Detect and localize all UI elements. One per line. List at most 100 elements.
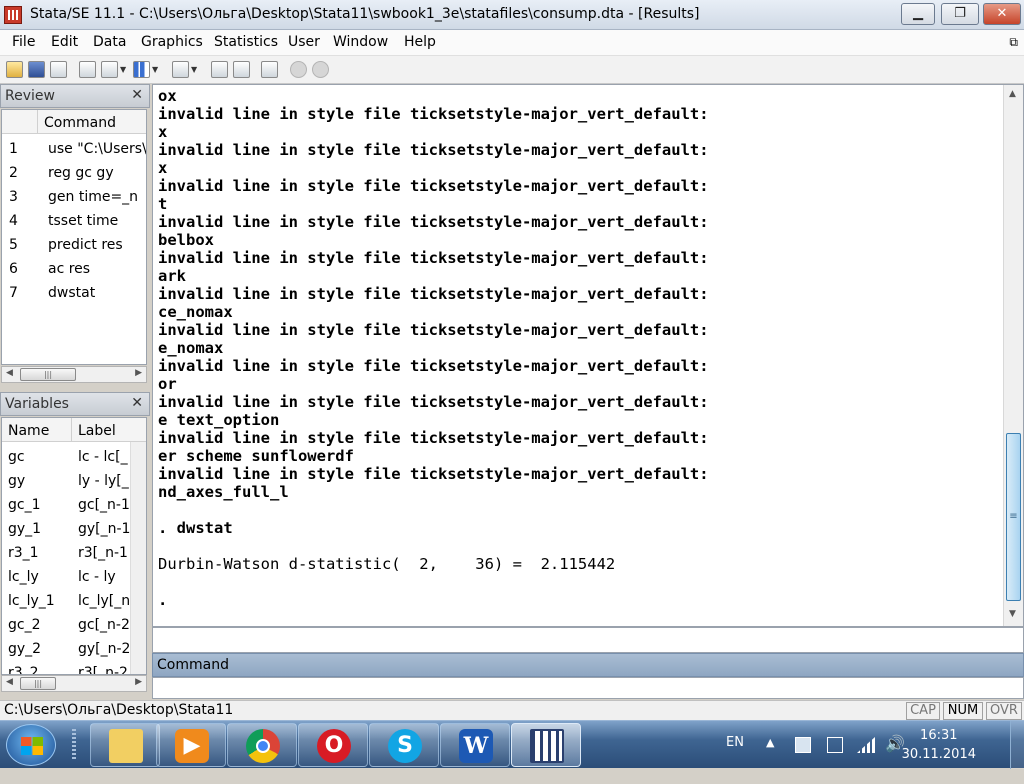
viewer-dropdown-icon[interactable]: ▼	[120, 61, 128, 78]
results-line: ce_nomax	[158, 303, 233, 321]
save-icon[interactable]	[28, 61, 45, 78]
review-row[interactable]: 6 ac res	[2, 258, 146, 282]
results-line: invalid line in style file ticksetstyle-…	[158, 465, 709, 483]
variable-row[interactable]: r3_1 r3[_n-1	[2, 542, 146, 566]
results-line: .	[158, 591, 168, 609]
opera-icon: O	[317, 729, 351, 763]
menu-data[interactable]: Data	[93, 34, 126, 50]
review-row[interactable]: 7 dwstat	[2, 282, 146, 306]
mdi-restore-icon[interactable]: ⧉	[1009, 35, 1018, 50]
do-file-dropdown-icon[interactable]: ▼	[191, 61, 199, 78]
do-file-editor-icon[interactable]	[172, 61, 189, 78]
variables-list: Name Label gc lc - lc[_ gy ly - ly[_ gc_1 g…	[1, 417, 147, 675]
title-bar: Stata/SE 11.1 - C:\Users\Ольга\Desktop\S…	[0, 0, 1024, 30]
command-input[interactable]	[152, 677, 1024, 699]
command-title: Command	[157, 657, 229, 673]
menu-statistics[interactable]: Statistics	[214, 34, 278, 50]
restore-button[interactable]: ❐	[941, 3, 979, 25]
stata-icon	[530, 729, 564, 763]
variables-col-label[interactable]: Label	[72, 418, 146, 442]
show-hidden-icons-icon[interactable]: ▲	[766, 736, 774, 784]
taskbar-chrome[interactable]	[227, 723, 297, 767]
variable-row[interactable]: gc lc - lc[_	[2, 446, 146, 470]
variables-close-icon[interactable]: ✕	[131, 395, 143, 411]
variable-row[interactable]: lc_ly lc - ly	[2, 566, 146, 590]
menu-window[interactable]: Window	[333, 34, 388, 50]
scroll-left-icon[interactable]: ◀	[6, 368, 13, 378]
variables-col-name[interactable]: Name	[2, 418, 72, 442]
review-row[interactable]: 2 reg gc gy	[2, 162, 146, 186]
review-row[interactable]: 5 predict res	[2, 234, 146, 258]
action-center-icon[interactable]	[795, 737, 811, 753]
review-panel-header: Review ✕	[0, 84, 150, 108]
network-icon[interactable]	[857, 737, 875, 753]
scroll-down-icon[interactable]: ▼	[1009, 609, 1016, 619]
results-line: invalid line in style file ticksetstyle-…	[158, 249, 709, 267]
scroll-right-icon[interactable]: ▶	[135, 677, 142, 687]
variable-row[interactable]: r3_2 r3[_n-2	[2, 662, 146, 674]
close-button[interactable]: ✕	[983, 3, 1021, 25]
scrollbar-thumb[interactable]: |||	[20, 677, 56, 690]
minimize-button[interactable]: ▁	[901, 3, 935, 25]
results-line: x	[158, 159, 168, 177]
open-icon[interactable]	[6, 61, 23, 78]
toolbar: ▼ ▼ ▼	[0, 56, 1024, 84]
overwrite-indicator: OVR	[986, 702, 1022, 720]
scroll-right-icon[interactable]: ▶	[135, 368, 142, 378]
results-window[interactable]: ox invalid line in style file ticksetstyl…	[152, 84, 1024, 627]
print-icon[interactable]	[50, 61, 67, 78]
variables-hscrollbar[interactable]: ◀ ||| ▶	[1, 675, 147, 692]
clock[interactable]: 16:31 30.11.2014	[902, 726, 976, 764]
variables-vscrollbar[interactable]	[130, 442, 146, 674]
review-col-command[interactable]: Command	[38, 110, 146, 134]
menu-user[interactable]: User	[288, 34, 320, 50]
results-vscrollbar[interactable]: ▲ ≡ ▼	[1003, 85, 1023, 626]
taskbar-word[interactable]: W	[440, 723, 510, 767]
taskbar-explorer[interactable]	[90, 723, 160, 767]
data-editor-icon[interactable]	[211, 61, 228, 78]
stata-app-icon[interactable]	[4, 6, 22, 24]
data-browser-icon[interactable]	[233, 61, 250, 78]
variable-row[interactable]: gy_1 gy[_n-1	[2, 518, 146, 542]
taskbar-stata[interactable]	[511, 723, 581, 767]
word-icon: W	[459, 729, 493, 763]
menu-edit[interactable]: Edit	[51, 34, 78, 50]
log-icon[interactable]	[79, 61, 96, 78]
variables-panel-header: Variables ✕	[0, 392, 150, 416]
review-row[interactable]: 1 use "C:\Users\O	[2, 138, 146, 162]
variable-row[interactable]: gy ly - ly[_	[2, 470, 146, 494]
variable-row[interactable]: gc_1 gc[_n-1	[2, 494, 146, 518]
taskbar-media-player[interactable]: ▶	[156, 723, 226, 767]
variable-row[interactable]: gc_2 gc[_n-2	[2, 614, 146, 638]
command-panel-header: Command	[152, 653, 1024, 677]
scroll-left-icon[interactable]: ◀	[6, 677, 13, 687]
review-hscrollbar[interactable]: ◀ ||| ▶	[1, 366, 147, 383]
menu-file[interactable]: File	[12, 34, 35, 50]
scrollbar-thumb[interactable]: ≡	[1006, 433, 1021, 601]
graph-dropdown-icon[interactable]: ▼	[152, 61, 160, 78]
results-line: invalid line in style file ticksetstyle-…	[158, 285, 709, 303]
variable-row[interactable]: gy_2 gy[_n-2	[2, 638, 146, 662]
language-indicator[interactable]: EN	[726, 735, 744, 783]
scroll-up-icon[interactable]: ▲	[1009, 89, 1016, 99]
results-hscroll-area	[152, 627, 1024, 653]
taskbar-opera[interactable]: O	[298, 723, 368, 767]
show-desktop-button[interactable]	[1010, 721, 1024, 769]
graph-icon[interactable]	[133, 61, 150, 78]
clock-date: 30.11.2014	[901, 747, 976, 762]
results-line: invalid line in style file ticksetstyle-…	[158, 105, 709, 123]
variable-row[interactable]: lc_ly_1 lc_ly[_n	[2, 590, 146, 614]
review-row[interactable]: 3 gen time=_n	[2, 186, 146, 210]
caps-lock-indicator: CAP	[906, 702, 940, 720]
menu-help[interactable]: Help	[404, 34, 436, 50]
review-close-icon[interactable]: ✕	[131, 87, 143, 103]
viewer-icon[interactable]	[101, 61, 118, 78]
device-icon[interactable]	[827, 737, 843, 753]
results-line: e text_option	[158, 411, 280, 429]
variables-manager-icon[interactable]	[261, 61, 278, 78]
taskbar-skype[interactable]: S	[369, 723, 439, 767]
review-row[interactable]: 4 tsset time	[2, 210, 146, 234]
menu-graphics[interactable]: Graphics	[141, 34, 203, 50]
start-button[interactable]	[6, 724, 56, 766]
scrollbar-thumb[interactable]: |||	[20, 368, 76, 381]
